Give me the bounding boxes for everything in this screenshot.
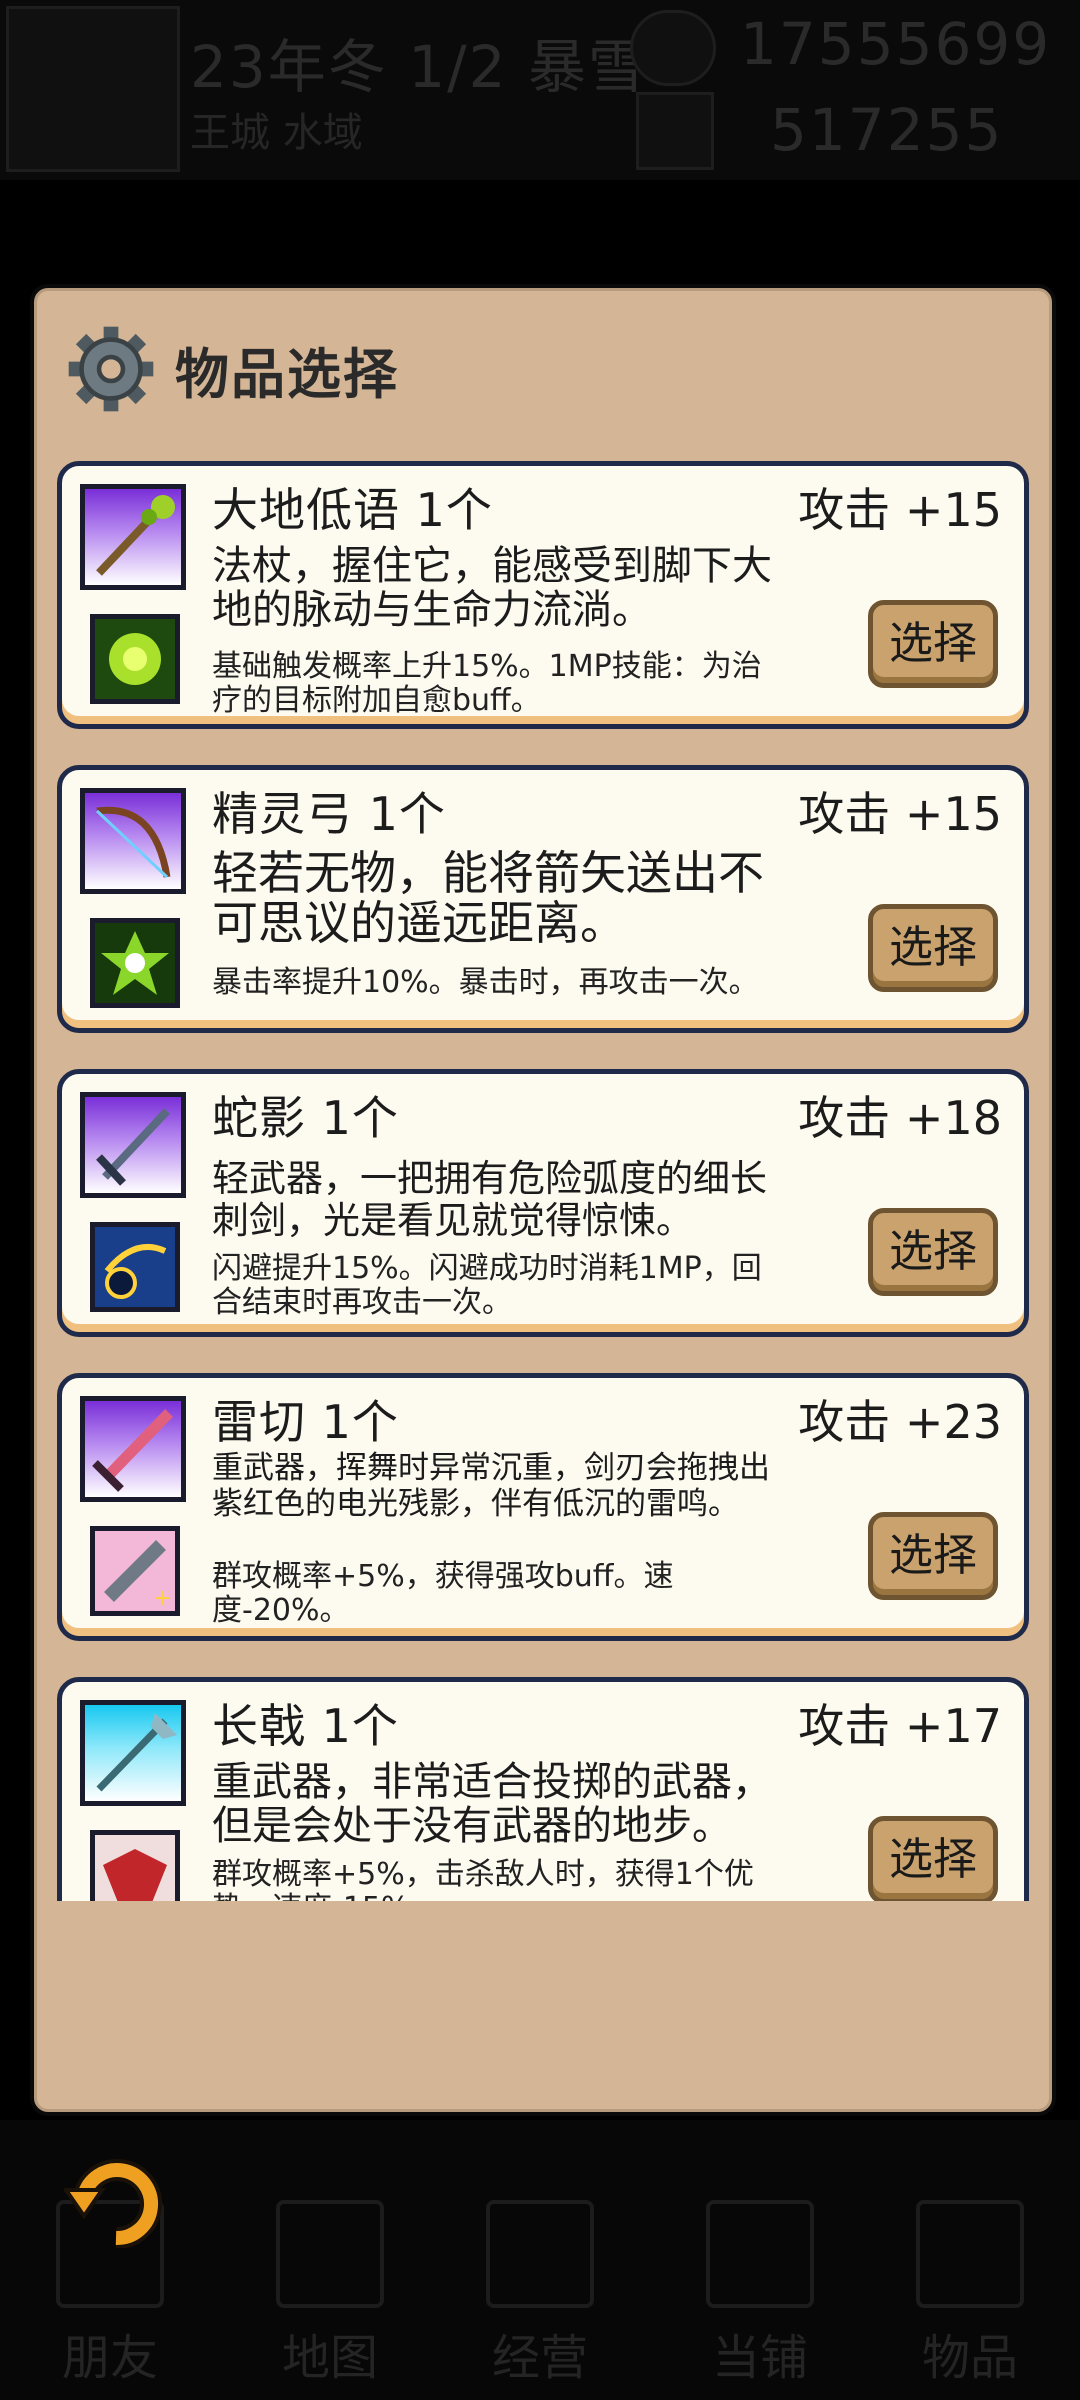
green-staff-icon: [80, 484, 186, 590]
items-icon: [916, 2200, 1024, 2308]
gear-icon: [68, 326, 154, 412]
nav-items[interactable]: 物品: [900, 2200, 1040, 2386]
item-effect: 群攻概率+5%，获得强攻buff。速度-20%。: [212, 1559, 674, 1628]
item-name: 雷切 1个: [212, 1395, 399, 1449]
hud-location: 王城 水域: [190, 110, 363, 156]
select-button[interactable]: 选择: [868, 1208, 998, 1296]
avatar: [6, 6, 180, 172]
item-effect: 基础触发概率上升15%。1MP技能：为治疗的目标附加自愈buff。: [212, 649, 762, 718]
item-effect: 暴击率提升10%。暴击时，再攻击一次。: [212, 965, 759, 1000]
item-name: 精灵弓 1个: [212, 787, 446, 841]
item-attack: 攻击 +18: [798, 1091, 1002, 1145]
item-attack: 攻击 +17: [798, 1699, 1002, 1753]
item-attack: 攻击 +15: [798, 787, 1002, 841]
item-card: 长戟 1个 攻击 +17 重武器，非常适合投掷的武器，但是会处于没有武器的地步。…: [57, 1677, 1029, 1901]
select-button[interactable]: 选择: [868, 904, 998, 992]
nav-manage[interactable]: 经营: [470, 2200, 610, 2386]
select-button[interactable]: 选择: [868, 1816, 998, 1901]
clock-icon: [630, 10, 716, 86]
item-description: 轻武器，一把拥有危险弧度的细长刺剑，光是看见就觉得惊悚。: [212, 1157, 767, 1242]
svg-text:+: +: [153, 1586, 171, 1611]
item-description: 重武器，挥舞时异常沉重，剑刃会拖拽出紫红色的电光残影，伴有低沉的雷鸣。: [212, 1450, 770, 1522]
item-name: 长戟 1个: [212, 1699, 399, 1753]
coin-icon: [636, 92, 714, 170]
nav-map[interactable]: 地图: [260, 2200, 400, 2386]
item-card: 精灵弓 1个 攻击 +15 轻若无物，能将箭矢送出不可思议的遥远距离。 暴击率提…: [57, 765, 1029, 1033]
item-name: 蛇影 1个: [212, 1091, 399, 1145]
select-button[interactable]: 选择: [868, 600, 998, 688]
item-attack: 攻击 +23: [798, 1395, 1002, 1449]
item-select-dialog: 物品选择 大地低语 1个 攻击 +15 法杖，握住它，能感受到脚下大地的脉动与生…: [34, 288, 1052, 2112]
top-hud: 23年冬 1/2 暴雪 王城 水域 17555699 517255: [0, 0, 1080, 180]
map-icon: [276, 2200, 384, 2308]
nav-pawnshop[interactable]: 当铺: [690, 2200, 830, 2386]
pawnshop-icon: [706, 2200, 814, 2308]
halberd-icon: [80, 1700, 186, 1806]
manage-icon: [486, 2200, 594, 2308]
hud-gold: 517255: [770, 96, 1004, 164]
undo-arrow-icon[interactable]: [64, 2152, 168, 2248]
dialog-header: 物品选择: [65, 319, 399, 419]
hud-date: 23年冬 1/2 暴雪: [190, 33, 649, 101]
item-card: + 雷切 1个 攻击 +23 重武器，挥舞时异常沉重，剑刃会拖拽出紫红色的电光残…: [57, 1373, 1029, 1641]
item-description: 轻若无物，能将箭矢送出不可思议的遥远距离。: [212, 846, 764, 950]
item-effect: 群攻概率+5%，击杀敌人时，获得1个优势。速度-15%。: [212, 1857, 754, 1902]
item-list[interactable]: 大地低语 1个 攻击 +15 法杖，握住它，能感受到脚下大地的脉动与生命力流淌。…: [57, 461, 1029, 1901]
select-button[interactable]: 选择: [868, 1512, 998, 1600]
bow-icon: [80, 788, 186, 894]
green-burst-icon: [90, 918, 180, 1008]
item-description: 法杖，握住它，能感受到脚下大地的脉动与生命力流淌。: [212, 543, 772, 633]
item-card: 大地低语 1个 攻击 +15 法杖，握住它，能感受到脚下大地的脉动与生命力流淌。…: [57, 461, 1029, 729]
item-card: 蛇影 1个 攻击 +18 轻武器，一把拥有危险弧度的细长刺剑，光是看见就觉得惊悚…: [57, 1069, 1029, 1337]
item-effect: 闪避提升15%。闪避成功时消耗1MP，回合结束时再攻击一次。: [212, 1251, 762, 1320]
item-description: 重武器，非常适合投掷的武器，但是会处于没有武器的地步。: [212, 1759, 772, 1849]
item-attack: 攻击 +15: [798, 483, 1002, 537]
rapier-icon: [80, 1092, 186, 1198]
blue-dodge-icon: [90, 1222, 180, 1312]
strong-attack-icon: +: [90, 1526, 180, 1616]
hud-top-value: 17555699: [740, 10, 1052, 78]
red-slash-icon: [90, 1830, 180, 1901]
dialog-title: 物品选择: [175, 342, 399, 406]
green-swirl-icon: [90, 614, 180, 704]
red-sword-icon: [80, 1396, 186, 1502]
item-name: 大地低语 1个: [212, 483, 493, 537]
